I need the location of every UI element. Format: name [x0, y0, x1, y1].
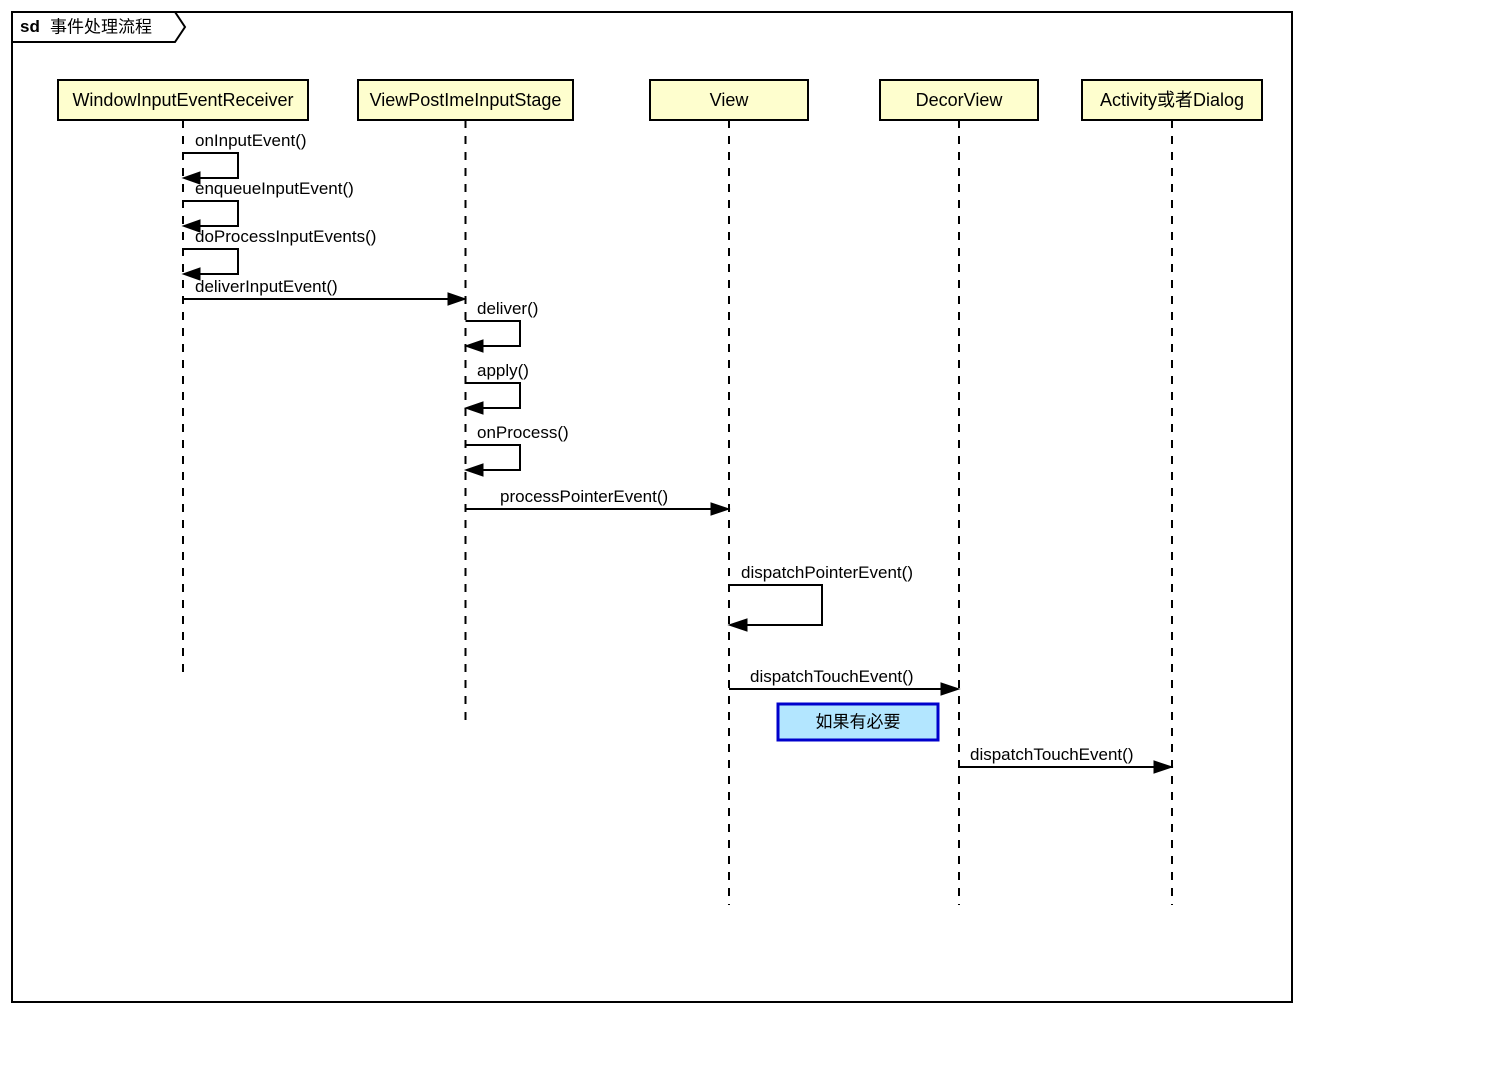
participant-viewpostimeinputstage: ViewPostImeInputStage: [358, 80, 573, 725]
svg-text:apply(): apply(): [477, 361, 529, 380]
svg-text:ViewPostImeInputStage: ViewPostImeInputStage: [370, 90, 562, 110]
msg-deliverinputevent: deliverInputEvent(): [183, 277, 466, 305]
participant-view: View: [650, 80, 808, 905]
svg-text:dispatchPointerEvent(): dispatchPointerEvent(): [741, 563, 913, 582]
svg-text:dispatchTouchEvent(): dispatchTouchEvent(): [750, 667, 913, 686]
svg-text:doProcessInputEvents(): doProcessInputEvents(): [195, 227, 376, 246]
msg-doprocessinputevents: doProcessInputEvents(): [183, 227, 376, 280]
msg-oninputevent: onInputEvent(): [183, 131, 307, 184]
msg-dispatchtouchevent-1: dispatchTouchEvent(): [729, 667, 959, 695]
svg-text:WindowInputEventReceiver: WindowInputEventReceiver: [72, 90, 293, 110]
msg-dispatchpointerevent: dispatchPointerEvent(): [729, 563, 913, 631]
svg-text:deliver(): deliver(): [477, 299, 538, 318]
frame-rect: [12, 12, 1292, 1002]
svg-text:Activity或者Dialog: Activity或者Dialog: [1100, 90, 1244, 110]
svg-text:DecorView: DecorView: [916, 90, 1004, 110]
sequence-diagram: sd 事件处理流程 WindowInputEventReceiver ViewP…: [0, 0, 1504, 1066]
note-if-necessary: 如果有必要: [778, 704, 938, 740]
svg-text:dispatchTouchEvent(): dispatchTouchEvent(): [970, 745, 1133, 764]
msg-enqueueinputevent: enqueueInputEvent(): [183, 179, 354, 232]
frame-prefix: sd: [20, 17, 40, 36]
svg-text:如果有必要: 如果有必要: [816, 712, 901, 731]
msg-onprocess: onProcess(): [466, 423, 569, 476]
participant-windowinputeventreceiver: WindowInputEventReceiver: [58, 80, 308, 675]
msg-deliver: deliver(): [466, 299, 539, 352]
svg-text:onProcess(): onProcess(): [477, 423, 569, 442]
svg-text:onInputEvent(): onInputEvent(): [195, 131, 307, 150]
svg-text:enqueueInputEvent(): enqueueInputEvent(): [195, 179, 354, 198]
frame-title: 事件处理流程: [50, 17, 152, 36]
svg-text:processPointerEvent(): processPointerEvent(): [500, 487, 668, 506]
participant-decorview: DecorView: [880, 80, 1038, 905]
msg-apply: apply(): [466, 361, 529, 414]
svg-text:deliverInputEvent(): deliverInputEvent(): [195, 277, 338, 296]
svg-text:View: View: [710, 90, 750, 110]
msg-dispatchtouchevent-2: dispatchTouchEvent(): [959, 745, 1172, 773]
participant-activityordialog: Activity或者Dialog: [1082, 80, 1262, 905]
msg-processpointerevent: processPointerEvent(): [466, 487, 730, 515]
